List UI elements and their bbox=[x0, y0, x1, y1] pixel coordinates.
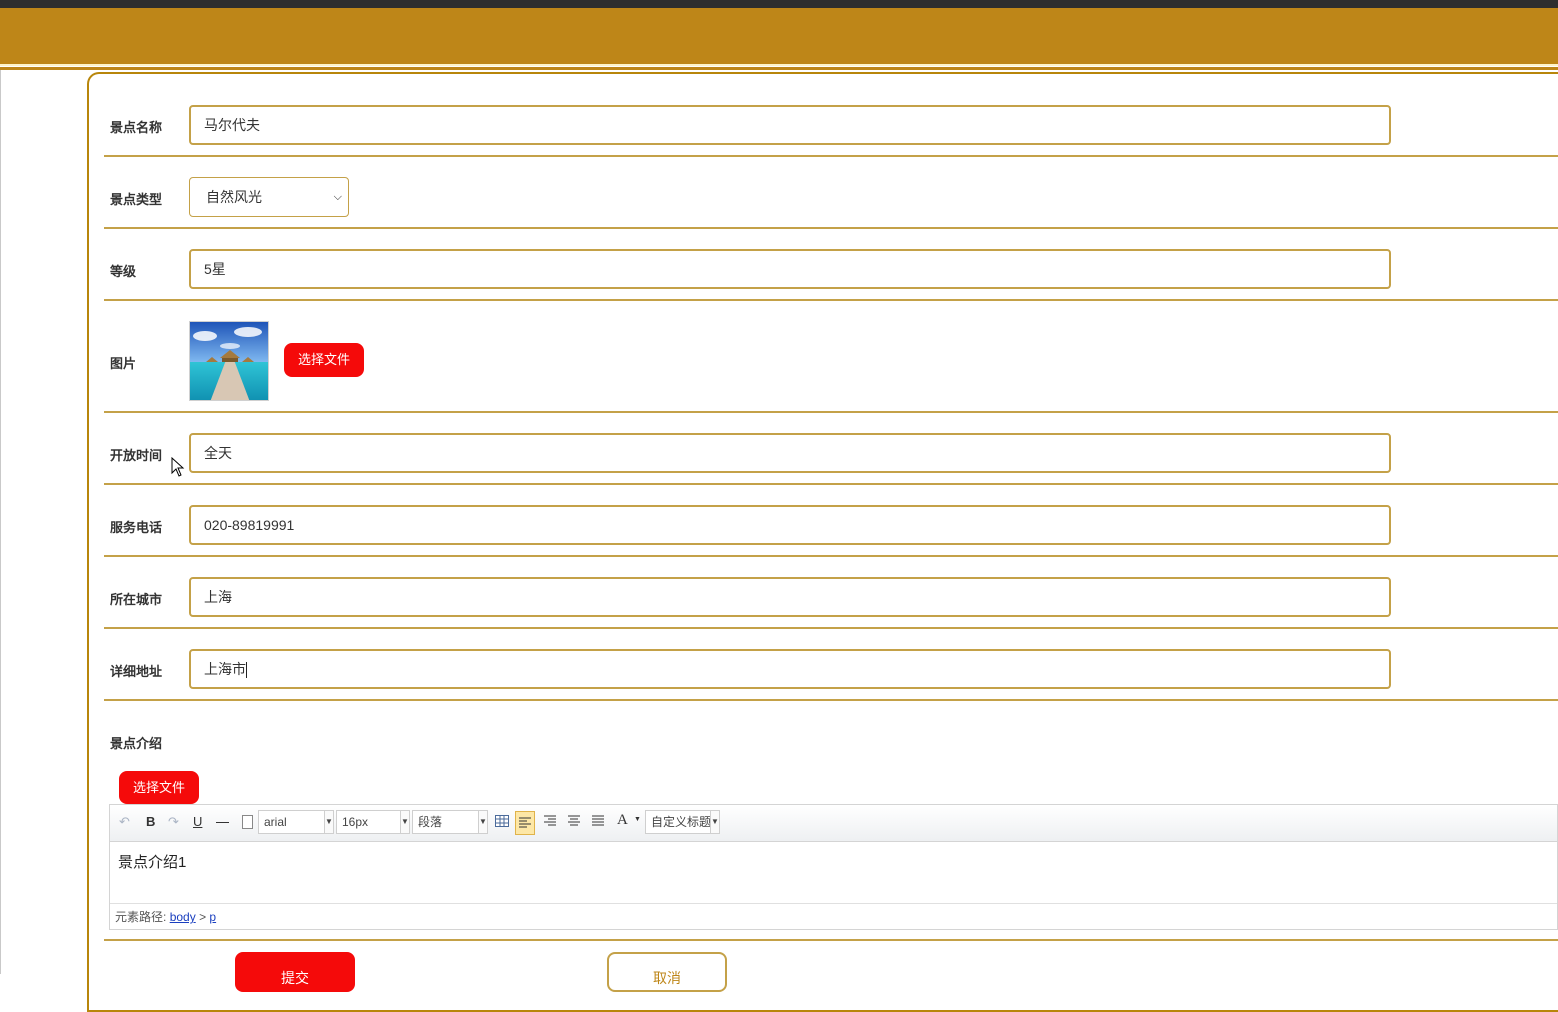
align-left-button[interactable] bbox=[515, 811, 535, 835]
type-label: 景点类型 bbox=[110, 192, 163, 207]
picture-label: 图片 bbox=[110, 356, 137, 371]
chevron-down-icon[interactable]: ▼ bbox=[634, 816, 641, 823]
undo-icon[interactable]: ↶ bbox=[119, 814, 130, 830]
address-input-value: 上海市 bbox=[204, 661, 246, 677]
font-color-button[interactable]: A bbox=[617, 812, 628, 829]
mouse-cursor-icon bbox=[171, 457, 185, 477]
submit-button[interactable]: 提交 bbox=[235, 952, 355, 992]
horizontal-rule-icon[interactable] bbox=[216, 822, 229, 823]
city-input[interactable]: 上海 bbox=[189, 577, 1391, 617]
text-caret bbox=[246, 662, 247, 679]
align-right-icon[interactable] bbox=[543, 815, 557, 827]
address-input[interactable]: 上海市 bbox=[189, 649, 1391, 689]
header-divider-light bbox=[0, 64, 1558, 66]
align-justify-icon[interactable] bbox=[591, 815, 605, 827]
intro-label: 景点介绍 bbox=[110, 736, 163, 751]
name-label: 景点名称 bbox=[110, 120, 163, 135]
bold-button[interactable]: B bbox=[146, 814, 155, 829]
custom-title-value: 自定义标题 bbox=[651, 815, 712, 829]
paragraph-value: 段落 bbox=[418, 815, 443, 829]
font-family-value: arial bbox=[264, 815, 287, 829]
intro-choose-file-button[interactable]: 选择文件 bbox=[119, 771, 199, 804]
chevron-down-icon: ⌵ bbox=[333, 191, 342, 203]
picture-thumbnail bbox=[189, 321, 269, 401]
open-time-label: 开放时间 bbox=[110, 448, 163, 463]
level-label: 等级 bbox=[110, 264, 137, 279]
table-icon[interactable] bbox=[495, 815, 509, 827]
phone-input[interactable]: 020-89819991 bbox=[189, 505, 1391, 545]
chevron-down-icon: ▼ bbox=[710, 811, 719, 833]
redo-icon[interactable]: ↷ bbox=[168, 814, 179, 830]
custom-title-select[interactable]: 自定义标题 ▼ bbox=[645, 810, 720, 834]
city-label: 所在城市 bbox=[110, 592, 163, 607]
font-size-value: 16px bbox=[342, 815, 369, 829]
open-time-input[interactable]: 全天 bbox=[189, 433, 1391, 473]
window-top-strip bbox=[0, 0, 1558, 8]
element-path-bar: 元素路径: body > p bbox=[110, 903, 1557, 929]
chevron-down-icon: ▼ bbox=[478, 811, 487, 833]
chevron-down-icon: ▼ bbox=[400, 811, 409, 833]
paragraph-select[interactable]: 段落 ▼ bbox=[412, 810, 488, 834]
header-bar bbox=[0, 8, 1558, 64]
element-path-separator: > bbox=[199, 910, 207, 924]
level-input[interactable]: 5星 bbox=[189, 249, 1391, 289]
underline-button[interactable]: U bbox=[193, 814, 202, 829]
font-family-select[interactable]: arial ▼ bbox=[258, 810, 334, 834]
sidebar-edge bbox=[0, 70, 1, 974]
address-label: 详细地址 bbox=[110, 664, 163, 679]
page-icon[interactable] bbox=[242, 815, 253, 829]
type-select[interactable]: 自然风光 ⌵ bbox=[189, 177, 349, 217]
editor-toolbar: ↶ B ↷ U arial ▼ 16px ▼ 段落 ▼ A ▼ 自定义标题 ▼ bbox=[110, 805, 1557, 842]
phone-label: 服务电话 bbox=[110, 520, 163, 535]
rich-text-editor: ↶ B ↷ U arial ▼ 16px ▼ 段落 ▼ A ▼ 自定义标题 ▼ 景点介绍… bbox=[109, 804, 1558, 930]
align-left-icon bbox=[519, 817, 531, 828]
element-path-body-link[interactable]: body bbox=[170, 910, 196, 924]
beach-pier-image bbox=[190, 322, 268, 400]
cancel-button[interactable]: 取消 bbox=[607, 952, 727, 992]
picture-choose-file-button[interactable]: 选择文件 bbox=[284, 343, 364, 377]
name-input[interactable]: 马尔代夫 bbox=[189, 105, 1391, 145]
header-divider bbox=[0, 67, 1558, 70]
editor-content[interactable]: 景点介绍1 bbox=[118, 851, 186, 872]
font-size-select[interactable]: 16px ▼ bbox=[336, 810, 410, 834]
element-path-label: 元素路径: bbox=[115, 910, 167, 924]
element-path-p-link[interactable]: p bbox=[209, 910, 216, 924]
type-select-value: 自然风光 bbox=[206, 189, 262, 205]
align-center-icon[interactable] bbox=[567, 815, 581, 827]
chevron-down-icon: ▼ bbox=[324, 811, 333, 833]
